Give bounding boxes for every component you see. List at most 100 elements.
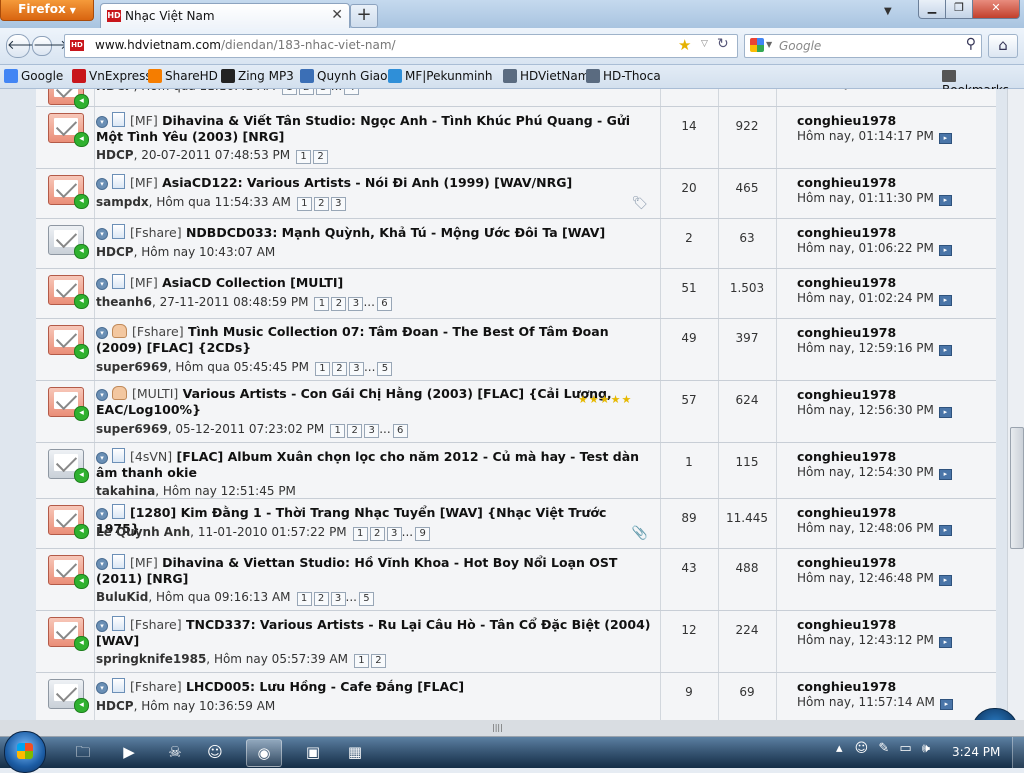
page-link[interactable]: 2: [331, 297, 347, 311]
go-to-last-post-icon[interactable]: ▸: [939, 699, 953, 710]
last-post-user[interactable]: conghieu1978: [797, 555, 896, 570]
forward-button[interactable]: 🡒: [32, 36, 68, 56]
thread-replies-count[interactable]: 43: [661, 561, 717, 575]
page-link[interactable]: 6: [376, 297, 392, 311]
google-engine-icon[interactable]: [750, 38, 764, 52]
page-link[interactable]: 1: [296, 150, 312, 164]
alien-app-icon[interactable]: ☠: [158, 739, 192, 765]
thread-title[interactable]: ▾ [MF] AsiaCD122: Various Artists - Nói Đ…: [96, 174, 651, 191]
thread-author[interactable]: takahina: [96, 484, 155, 498]
thread-row[interactable]: ◂ ▾ [MF] AsiaCD122: Various Artists - Nói …: [36, 169, 996, 219]
thread-row[interactable]: ◂ ▾ [MULTI] Various Artists - Con Gái Chị …: [36, 381, 996, 443]
page-link[interactable]: 1: [314, 362, 330, 376]
thread-preview-icon[interactable]: ▾: [96, 327, 108, 339]
close-window-button[interactable]: ✕: [972, 0, 1020, 19]
page-link[interactable]: 5: [377, 362, 393, 376]
go-first-unread-icon[interactable]: ◂: [74, 636, 89, 651]
tray-emoticon-icon[interactable]: ☺: [855, 741, 869, 756]
bookmark-star-icon[interactable]: ★: [678, 36, 691, 54]
thread-preview-icon[interactable]: ▾: [96, 452, 108, 464]
thread-replies-count[interactable]: 20: [661, 181, 717, 195]
thread-preview-icon[interactable]: ▾: [96, 116, 108, 128]
page-link[interactable]: 3: [364, 424, 380, 438]
page-link[interactable]: 1: [353, 654, 369, 668]
page-link[interactable]: 2: [331, 362, 347, 376]
last-post-user[interactable]: conghieu1978: [797, 387, 896, 402]
explorer-icon[interactable]: 🗀: [66, 739, 100, 765]
volume-icon[interactable]: 🕪: [922, 741, 930, 756]
bookmark-mf-pekunminh[interactable]: MF|Pekunminh: [388, 69, 493, 83]
firefox-menu-button[interactable]: Firefox ▼: [0, 0, 94, 21]
last-post-user[interactable]: conghieu1978: [797, 225, 896, 240]
thread-title[interactable]: ▾ [Fshare] NDBDCD033: Mạnh Quỳnh, Khả Tú …: [96, 224, 651, 241]
thread-author[interactable]: sampdx: [96, 195, 149, 209]
scrollbar-thumb[interactable]: [1010, 427, 1024, 549]
page-link[interactable]: 3: [330, 592, 346, 606]
bookmark-hdvietnam[interactable]: HDVietNam: [503, 69, 589, 83]
go-first-unread-icon[interactable]: ◂: [74, 344, 89, 359]
thread-row[interactable]: ◂ ▾ [MF] Dihavina & Viết Tân Studio: Ngọc …: [36, 107, 996, 169]
go-first-unread-icon[interactable]: ◂: [74, 524, 89, 539]
thread-title[interactable]: ▾ [4sVN] [FLAC] Album Xuân chọn lọc cho n…: [96, 448, 651, 481]
thread-row[interactable]: ◂ ▾ [Fshare] Tình Music Collection 07: Tâm…: [36, 319, 996, 381]
thread-row[interactable]: ◂ ▾ [Fshare] NDBDCD033: Mạnh Quỳnh, Khả Tú…: [36, 219, 996, 269]
last-post-user[interactable]: conghieu1978: [797, 275, 896, 290]
go-to-last-post-icon[interactable]: ▸: [938, 407, 952, 418]
go-to-last-post-icon[interactable]: ▸: [938, 133, 952, 144]
thread-author[interactable]: HDCP: [96, 699, 134, 713]
go-to-last-post-icon[interactable]: ▸: [938, 525, 952, 536]
thread-title-link[interactable]: Dihavina & Viettan Studio: Hồ Vĩnh Khoa …: [96, 555, 617, 586]
page-link[interactable]: 2: [313, 150, 329, 164]
page-link[interactable]: 4: [344, 89, 360, 95]
reload-icon[interactable]: ↻: [717, 36, 729, 52]
bookmark-sharehd[interactable]: ShareHD: [148, 69, 218, 83]
thread-author[interactable]: super6969: [96, 422, 168, 436]
thread-replies-count[interactable]: 12: [661, 623, 717, 637]
go-to-last-post-icon[interactable]: ▸: [938, 345, 952, 356]
go-first-unread-icon[interactable]: ◂: [74, 94, 89, 109]
search-bar[interactable]: ▼ Google ⚲: [744, 34, 982, 58]
thread-title[interactable]: ▾ [MF] Dihavina & Viettan Studio: Hồ Vĩnh…: [96, 554, 651, 587]
thread-title-link[interactable]: LHCD005: Lưu Hồng - Cafe Đắng [FLAC]: [186, 679, 464, 694]
last-post-user[interactable]: conghieu1978: [797, 113, 896, 128]
page-link[interactable]: 2: [370, 654, 386, 668]
page-link[interactable]: 3: [386, 527, 402, 541]
new-tab-button[interactable]: +: [350, 4, 378, 28]
page-link[interactable]: 2: [369, 527, 385, 541]
page-link[interactable]: 1: [281, 89, 297, 95]
page-link[interactable]: 3: [348, 362, 364, 376]
go-first-unread-icon[interactable]: ◂: [74, 574, 89, 589]
bookmark-google[interactable]: Google: [4, 69, 63, 83]
network-icon[interactable]: ▭: [899, 741, 911, 756]
thread-author[interactable]: springknife1985: [96, 652, 206, 666]
thread-row[interactable]: ◂ ▾ [1280] Kim Đằng 1 - Thời Trang Nhạc Tu…: [36, 499, 996, 549]
thread-preview-icon[interactable]: ▾: [96, 228, 108, 240]
url-text[interactable]: www.hdvietnam.com/diendan/183-nhac-viet-…: [95, 38, 396, 52]
last-post-user[interactable]: conghieu1978: [797, 325, 896, 340]
emoticon-app-icon[interactable]: ☺: [198, 739, 232, 765]
thread-title-link[interactable]: [FLAC] Album Xuân chọn lọc cho năm 2012 …: [96, 449, 639, 480]
scroll-grip-icon[interactable]: ||||: [492, 723, 503, 732]
tag-icon[interactable]: 🏷: [631, 196, 648, 211]
thread-author[interactable]: HDCP: [96, 148, 134, 162]
bookmark-quynh-giao[interactable]: Quynh Giao: [300, 69, 388, 83]
thread-replies-count[interactable]: 57: [661, 393, 717, 407]
thread-preview-icon[interactable]: ▾: [96, 389, 108, 401]
go-first-unread-icon[interactable]: ◂: [74, 468, 89, 483]
go-first-unread-icon[interactable]: ◂: [74, 406, 89, 421]
terminal-app-icon[interactable]: ▦: [338, 739, 372, 765]
thread-row[interactable]: ◂ ▾ [Fshare] LHCD005: Lưu Hồng - Cafe Đắng…: [36, 673, 996, 720]
last-post-user[interactable]: conghieu1978: [797, 679, 896, 694]
thread-replies-count[interactable]: 49: [661, 331, 717, 345]
last-post-user[interactable]: conghieu1978: [797, 449, 896, 464]
page-link[interactable]: 5: [358, 592, 374, 606]
bookmark-hd-thoca[interactable]: HD-Thoca: [586, 69, 661, 83]
go-to-last-post-icon[interactable]: ▸: [938, 637, 952, 648]
maximize-button[interactable]: ❐: [945, 0, 973, 19]
bookmark-vnexpress[interactable]: VnExpress: [72, 69, 152, 83]
page-link[interactable]: 1: [314, 297, 330, 311]
go-first-unread-icon[interactable]: ◂: [74, 698, 89, 713]
bookmark-zing-mp3[interactable]: Zing MP3: [221, 69, 294, 83]
go-to-last-post-icon[interactable]: ▸: [938, 195, 952, 206]
thread-title[interactable]: ▾ [MF] Dihavina & Viết Tân Studio: Ngọc A…: [96, 112, 651, 145]
